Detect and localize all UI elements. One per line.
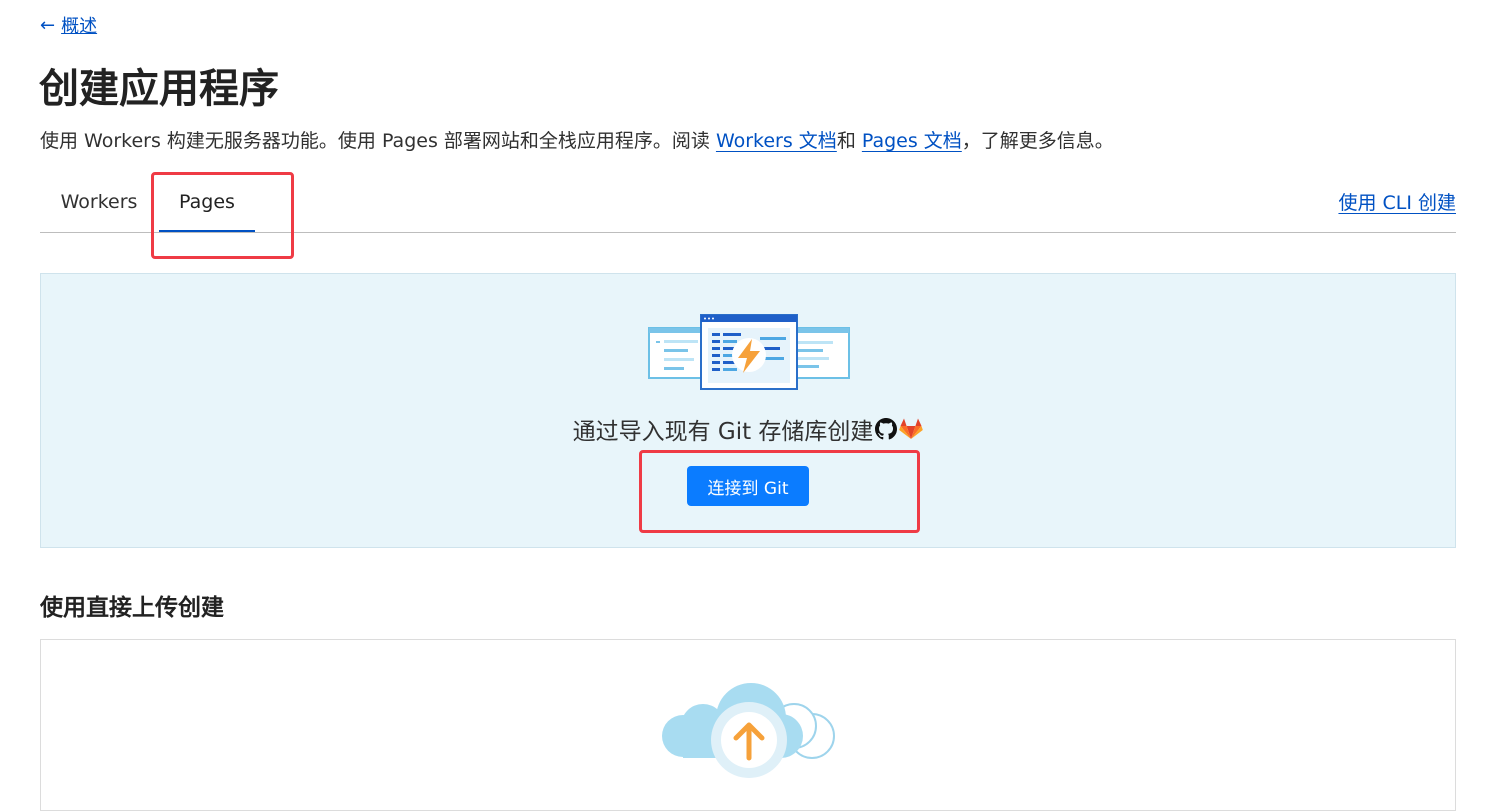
highlight-box-connect-button [639,450,920,533]
description-text-3: ，了解更多信息。 [961,130,1114,152]
back-link-label[interactable]: 概述 [61,12,97,38]
git-import-heading-text: 通过导入现有 Git 存储库创建 [572,419,874,445]
description-text-1: 使用 Workers 构建无服务器功能。使用 Pages 部署网站和全栈应用程序… [40,130,716,152]
arrow-left-icon: ← [40,14,56,36]
cloud-upload-icon [662,683,835,778]
page-description: 使用 Workers 构建无服务器功能。使用 Pages 部署网站和全栈应用程序… [40,126,1114,153]
pages-illustration [648,314,850,390]
create-with-cli-link[interactable]: 使用 CLI 创建 [1338,188,1456,215]
description-text-2: 和 [836,130,862,152]
gitlab-icon [899,418,924,439]
pages-docs-link[interactable]: Pages 文档 [862,130,962,152]
git-import-heading: 通过导入现有 Git 存储库创建 [41,412,1455,446]
direct-upload-heading: 使用直接上传创建 [40,595,224,621]
direct-upload-panel [40,639,1456,811]
highlight-box-pages-tab [151,172,294,259]
back-link[interactable]: ← 概述 [40,12,97,38]
tab-workers[interactable]: Workers [40,172,158,231]
page-title: 创建应用程序 [39,66,279,112]
github-icon [875,418,898,440]
workers-docs-link[interactable]: Workers 文档 [716,130,837,152]
